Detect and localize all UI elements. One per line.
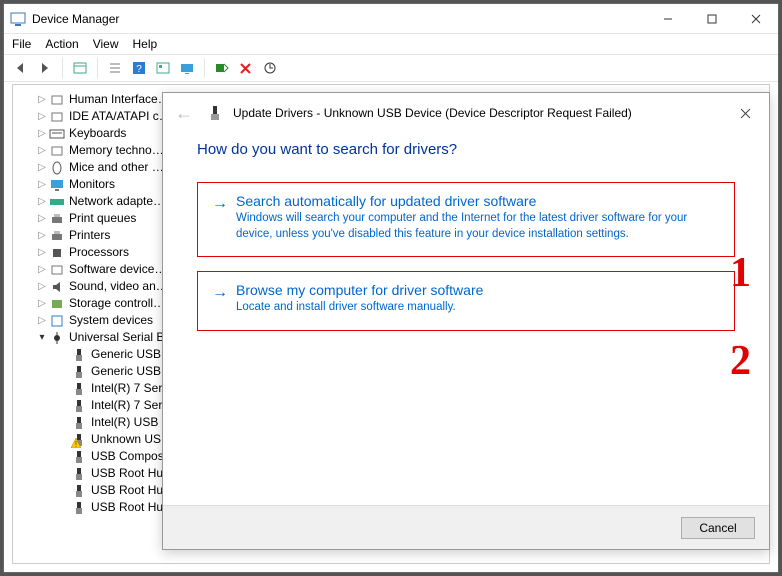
titlebar: Device Manager: [4, 4, 778, 34]
tree-label: Generic USB…: [91, 363, 173, 380]
tree-label: Generic USB…: [91, 346, 173, 363]
update-driver-button[interactable]: [259, 57, 281, 79]
dialog-heading: How do you want to search for drivers?: [197, 141, 735, 158]
help-button[interactable]: ?: [128, 57, 150, 79]
separator: [62, 58, 63, 78]
tree-label: Universal Serial B…: [69, 329, 176, 346]
dialog-footer: Cancel: [163, 505, 769, 549]
menu-help[interactable]: Help: [133, 37, 158, 51]
option-desc: Windows will search your computer and th…: [236, 211, 720, 242]
tree-label: Printers: [69, 227, 110, 244]
forward-button[interactable]: [34, 57, 56, 79]
menu-file[interactable]: File: [12, 37, 31, 51]
option-title: Browse my computer for driver software: [236, 282, 720, 298]
minimize-button[interactable]: [646, 4, 690, 34]
menubar: File Action View Help: [4, 34, 778, 54]
tree-label: Memory techno…: [69, 142, 164, 159]
option-desc: Locate and install driver software manua…: [236, 300, 720, 316]
tree-label: Network adapte…: [69, 193, 165, 210]
back-icon: ←: [171, 103, 197, 124]
separator: [97, 58, 98, 78]
maximize-button[interactable]: [690, 4, 734, 34]
window-title: Device Manager: [32, 12, 119, 26]
tree-label: Storage controll…: [69, 295, 165, 312]
tree-label: Mice and other …: [69, 159, 164, 176]
dialog-title: Update Drivers - Unknown USB Device (Dev…: [233, 106, 632, 120]
update-driver-dialog: ← Update Drivers - Unknown USB Device (D…: [162, 92, 770, 550]
arrow-icon: →: [212, 195, 228, 213]
tree-label: Software device…: [69, 261, 166, 278]
option-title: Search automatically for updated driver …: [236, 193, 720, 209]
annotation-2: 2: [730, 337, 751, 385]
tree-label: Unknown US…: [91, 431, 173, 448]
device-icon: [207, 105, 223, 121]
annotation-1: 1: [730, 249, 751, 297]
dialog-close-button[interactable]: [729, 97, 761, 129]
cancel-button[interactable]: Cancel: [681, 517, 755, 539]
tree-label: Sound, video an…: [69, 278, 168, 295]
tree-label: Keyboards: [69, 125, 126, 142]
svg-text:?: ?: [136, 64, 142, 75]
show-hidden-button[interactable]: [176, 57, 198, 79]
option-browse[interactable]: → Browse my computer for driver software…: [197, 271, 735, 331]
uninstall-button[interactable]: [235, 57, 257, 79]
properties-button[interactable]: [69, 57, 91, 79]
dialog-header: ← Update Drivers - Unknown USB Device (D…: [163, 93, 769, 133]
tree-label: System devices: [69, 312, 153, 329]
tree-label: Processors: [69, 244, 129, 261]
tree-label: Human Interface…: [69, 91, 170, 108]
toolbar: ?: [4, 54, 778, 82]
scan-hardware-button[interactable]: [211, 57, 233, 79]
devmgr-icon: [10, 11, 26, 27]
option-auto-search[interactable]: → Search automatically for updated drive…: [197, 182, 735, 257]
tree-label: IDE ATA/ATAPI c…: [69, 108, 171, 125]
svg-text:!: !: [75, 440, 77, 448]
tree-label: Monitors: [69, 176, 115, 193]
menu-view[interactable]: View: [93, 37, 119, 51]
close-button[interactable]: [734, 4, 778, 34]
menu-action[interactable]: Action: [45, 37, 78, 51]
back-button[interactable]: [10, 57, 32, 79]
separator: [204, 58, 205, 78]
arrow-icon: →: [212, 284, 228, 302]
list-button[interactable]: [104, 57, 126, 79]
view-button[interactable]: [152, 57, 174, 79]
tree-label: Print queues: [69, 210, 136, 227]
